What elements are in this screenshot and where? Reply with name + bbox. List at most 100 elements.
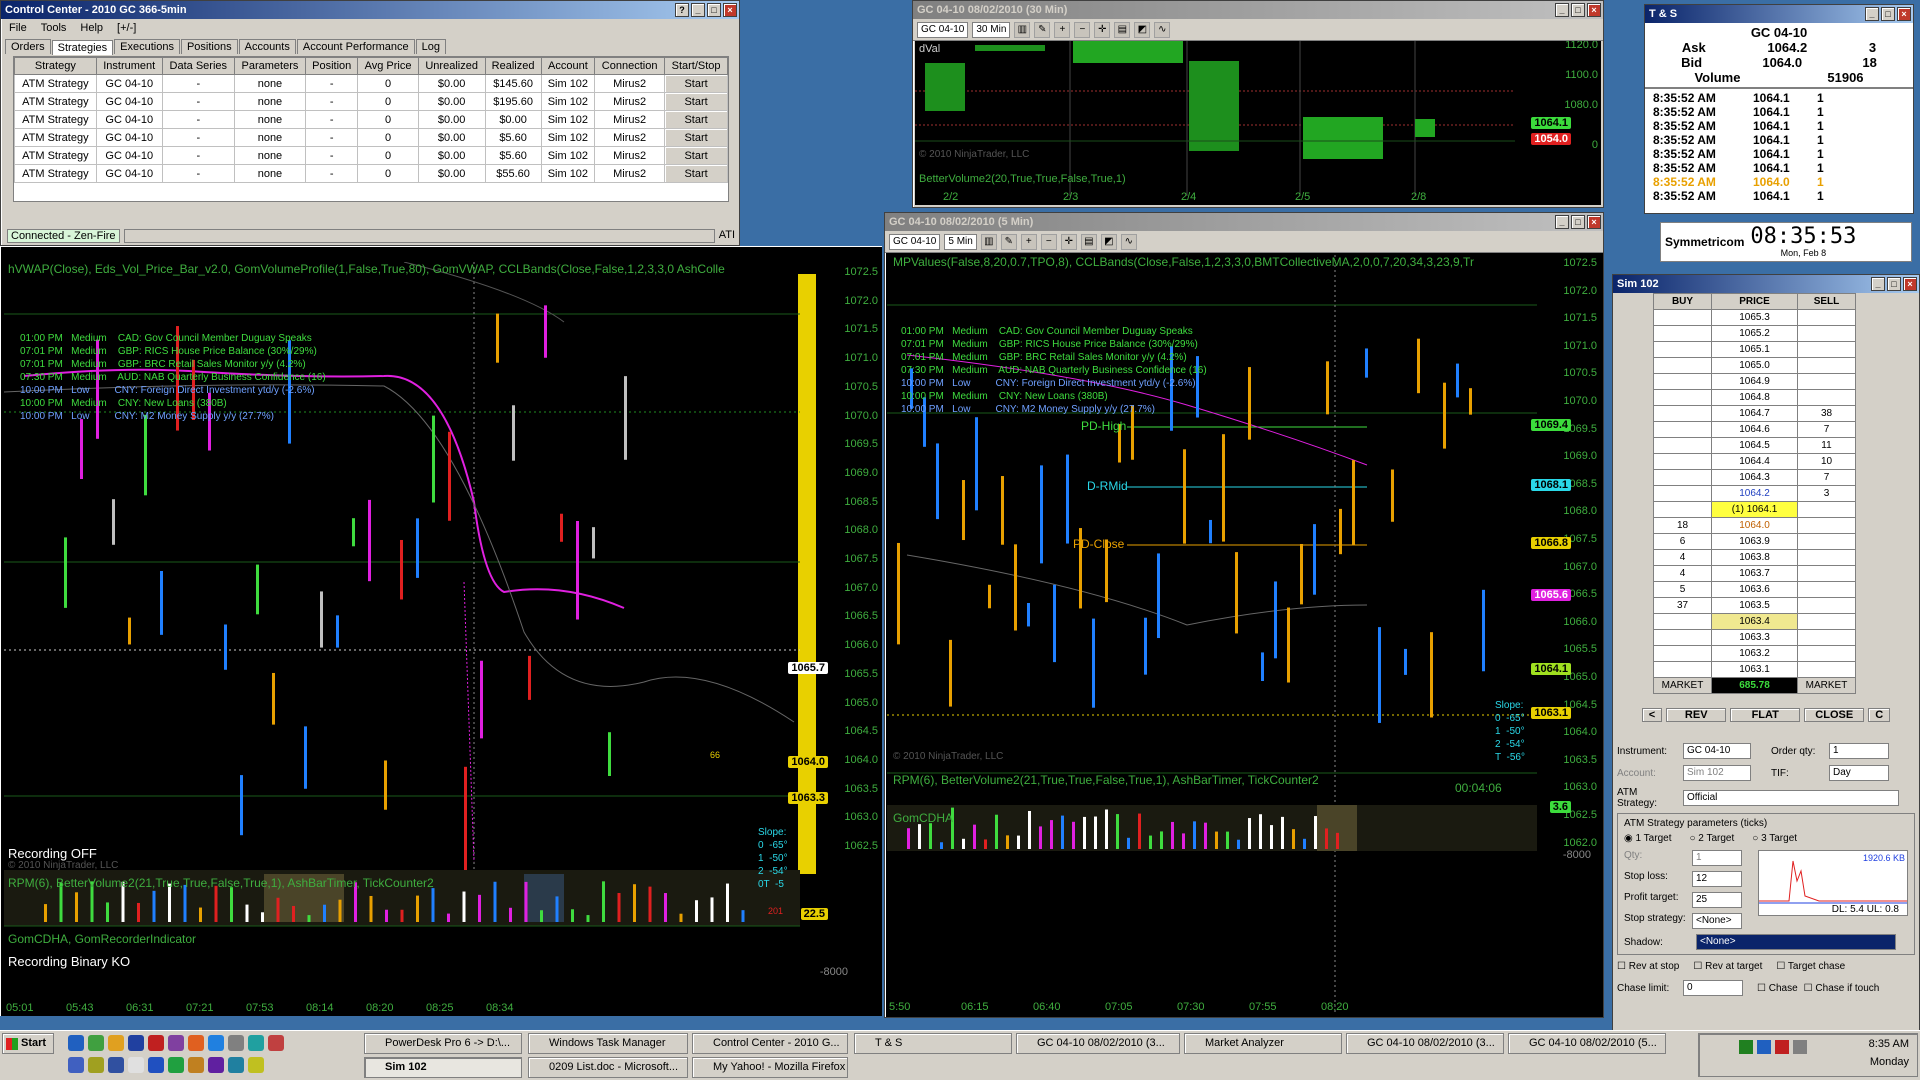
sell-cell[interactable]	[1797, 325, 1856, 342]
zoom-out-icon[interactable]: −	[1074, 21, 1091, 38]
ts-titlebar[interactable]: T & S _ □ ×	[1645, 5, 1913, 23]
tab-orders[interactable]: Orders	[5, 39, 51, 54]
buy-cell[interactable]	[1653, 501, 1712, 518]
buy-cell[interactable]: 37	[1653, 597, 1712, 614]
tab-log[interactable]: Log	[415, 39, 446, 54]
sell-cell[interactable]: 10	[1797, 453, 1856, 470]
column-header[interactable]: Account	[540, 57, 596, 75]
start-button[interactable]: Start	[664, 92, 728, 111]
scroll-left-button[interactable]: <	[1641, 708, 1663, 722]
table-row[interactable]: ATM Strategy GC 04-10- none -0 $0.00 $0.00 Sim…	[14, 110, 728, 129]
quick-launch-icon[interactable]	[208, 1035, 224, 1051]
instrument-dropdown[interactable]: GC 04-10	[917, 21, 969, 38]
sell-cell[interactable]: 7	[1797, 469, 1856, 486]
stop-strategy-select[interactable]: <None>	[1692, 913, 1742, 929]
buy-cell[interactable]	[1653, 629, 1712, 646]
crosshair-icon[interactable]: ✛	[1060, 233, 1077, 250]
sell-cell[interactable]: 7	[1797, 421, 1856, 438]
maximize-button[interactable]: □	[707, 3, 721, 17]
minimize-button[interactable]: _	[691, 3, 705, 17]
quick-launch-icon[interactable]	[248, 1035, 264, 1051]
help-button[interactable]: ?	[675, 3, 689, 17]
menu-expand[interactable]: [+/-]	[117, 22, 136, 34]
minimize-button[interactable]: _	[1555, 3, 1569, 17]
column-header[interactable]: Realized	[484, 57, 542, 75]
quick-launch-icon[interactable]	[188, 1057, 204, 1073]
chart-right-canvas[interactable]: MPValues(False,8,20,0.7,TPO,8), CCLBands…	[887, 255, 1601, 1015]
buy-cell[interactable]	[1653, 389, 1712, 406]
sell-cell[interactable]: 11	[1797, 437, 1856, 454]
buy-cell[interactable]	[1653, 645, 1712, 662]
quick-launch-icon[interactable]	[228, 1057, 244, 1073]
strategy-icon[interactable]: ◩	[1134, 21, 1151, 38]
quick-launch-icon[interactable]	[268, 1035, 284, 1051]
minimize-button[interactable]: _	[1865, 7, 1879, 21]
buy-cell[interactable]	[1653, 421, 1712, 438]
taskbar-sim102[interactable]: Sim 102	[364, 1057, 522, 1078]
buy-cell[interactable]	[1653, 373, 1712, 390]
tray-clock[interactable]: 8:35 AM	[1869, 1038, 1909, 1050]
quick-launch-icon[interactable]	[108, 1057, 124, 1073]
taskbar-time-sales[interactable]: T & S	[854, 1033, 1012, 1054]
close-button[interactable]: ×	[1587, 3, 1601, 17]
buy-cell[interactable]: 18	[1653, 517, 1712, 534]
profit-target-input[interactable]: 25	[1692, 892, 1742, 908]
column-header[interactable]: Connection	[594, 57, 666, 75]
taskbar-control-center[interactable]: Control Center - 2010 G...	[692, 1033, 848, 1054]
zoom-out-icon[interactable]: −	[1040, 233, 1057, 250]
tab-positions[interactable]: Positions	[180, 39, 238, 54]
sell-cell[interactable]	[1797, 629, 1856, 646]
zoom-in-icon[interactable]: +	[1020, 233, 1037, 250]
tab-executions[interactable]: Executions	[114, 39, 180, 54]
tab-accounts[interactable]: Accounts	[238, 39, 296, 54]
rev-at-stop-checkbox[interactable]: ☐ Rev at stop	[1617, 961, 1679, 972]
buy-cell[interactable]: 4	[1653, 565, 1712, 582]
maximize-button[interactable]: □	[1571, 3, 1585, 17]
buy-cell[interactable]	[1653, 485, 1712, 502]
price-cell[interactable]: 1063.9	[1711, 533, 1798, 550]
column-header[interactable]: Strategy	[14, 57, 97, 75]
sell-cell[interactable]	[1797, 341, 1856, 358]
start-button[interactable]: Start	[664, 74, 728, 93]
quick-launch-icon[interactable]	[128, 1035, 144, 1051]
sell-cell[interactable]: 38	[1797, 405, 1856, 422]
quick-launch-icon[interactable]	[188, 1035, 204, 1051]
tab-account-performance[interactable]: Account Performance	[296, 39, 415, 54]
taskbar-chart-5min[interactable]: GC 04-10 08/02/2010 (5...	[1508, 1033, 1666, 1054]
buy-cell[interactable]	[1653, 341, 1712, 358]
price-cell[interactable]: 1063.4	[1711, 613, 1798, 630]
start-button[interactable]: Start	[664, 110, 728, 129]
maximize-button[interactable]: □	[1881, 7, 1895, 21]
indicator-icon[interactable]: ∿	[1120, 233, 1137, 250]
close-button[interactable]: ×	[1897, 7, 1911, 21]
dom-titlebar[interactable]: Sim 102 _ □ ×	[1613, 275, 1919, 293]
taskbar-market-analyzer[interactable]: Market Analyzer	[1184, 1033, 1342, 1054]
price-cell[interactable]: 1063.5	[1711, 597, 1798, 614]
start-button[interactable]: Start	[664, 146, 728, 165]
sell-cell[interactable]	[1797, 533, 1856, 550]
taskbar-firefox[interactable]: My Yahoo! - Mozilla Firefox	[692, 1057, 848, 1078]
table-row[interactable]: ATM Strategy GC 04-10- none -0 $0.00 $5.60 Sim…	[14, 146, 728, 165]
price-cell[interactable]: 1063.6	[1711, 581, 1798, 598]
column-header[interactable]: Parameters	[233, 57, 307, 75]
quick-launch-icon[interactable]	[148, 1035, 164, 1051]
price-cell[interactable]: 1064.3	[1711, 469, 1798, 486]
buy-cell[interactable]: 5	[1653, 581, 1712, 598]
buy-cell[interactable]	[1653, 469, 1712, 486]
center-button[interactable]: C	[1868, 708, 1891, 722]
table-row[interactable]: ATM Strategy GC 04-10- none -0 $0.00 $5.60 Sim…	[14, 128, 728, 147]
price-cell[interactable]: 1065.1	[1711, 341, 1798, 358]
column-header[interactable]: Data Series	[161, 57, 235, 75]
quick-launch-icon[interactable]	[168, 1035, 184, 1051]
buy-cell[interactable]	[1653, 309, 1712, 326]
quick-launch-icon[interactable]	[88, 1057, 104, 1073]
control-center-titlebar[interactable]: Control Center - 2010 GC 366-5min ? _ □ ×	[1, 1, 739, 19]
price-cell[interactable]: 1064.7	[1711, 405, 1798, 422]
price-cell[interactable]: 1064.9	[1711, 373, 1798, 390]
sell-cell[interactable]	[1797, 357, 1856, 374]
shadow-select[interactable]: <None>	[1696, 934, 1896, 950]
radio-1-target[interactable]: ◉ 1 Target	[1624, 833, 1671, 844]
column-header[interactable]: Position	[305, 57, 359, 75]
price-cell[interactable]: 1064.0	[1711, 517, 1798, 534]
price-cell[interactable]: 1064.8	[1711, 389, 1798, 406]
